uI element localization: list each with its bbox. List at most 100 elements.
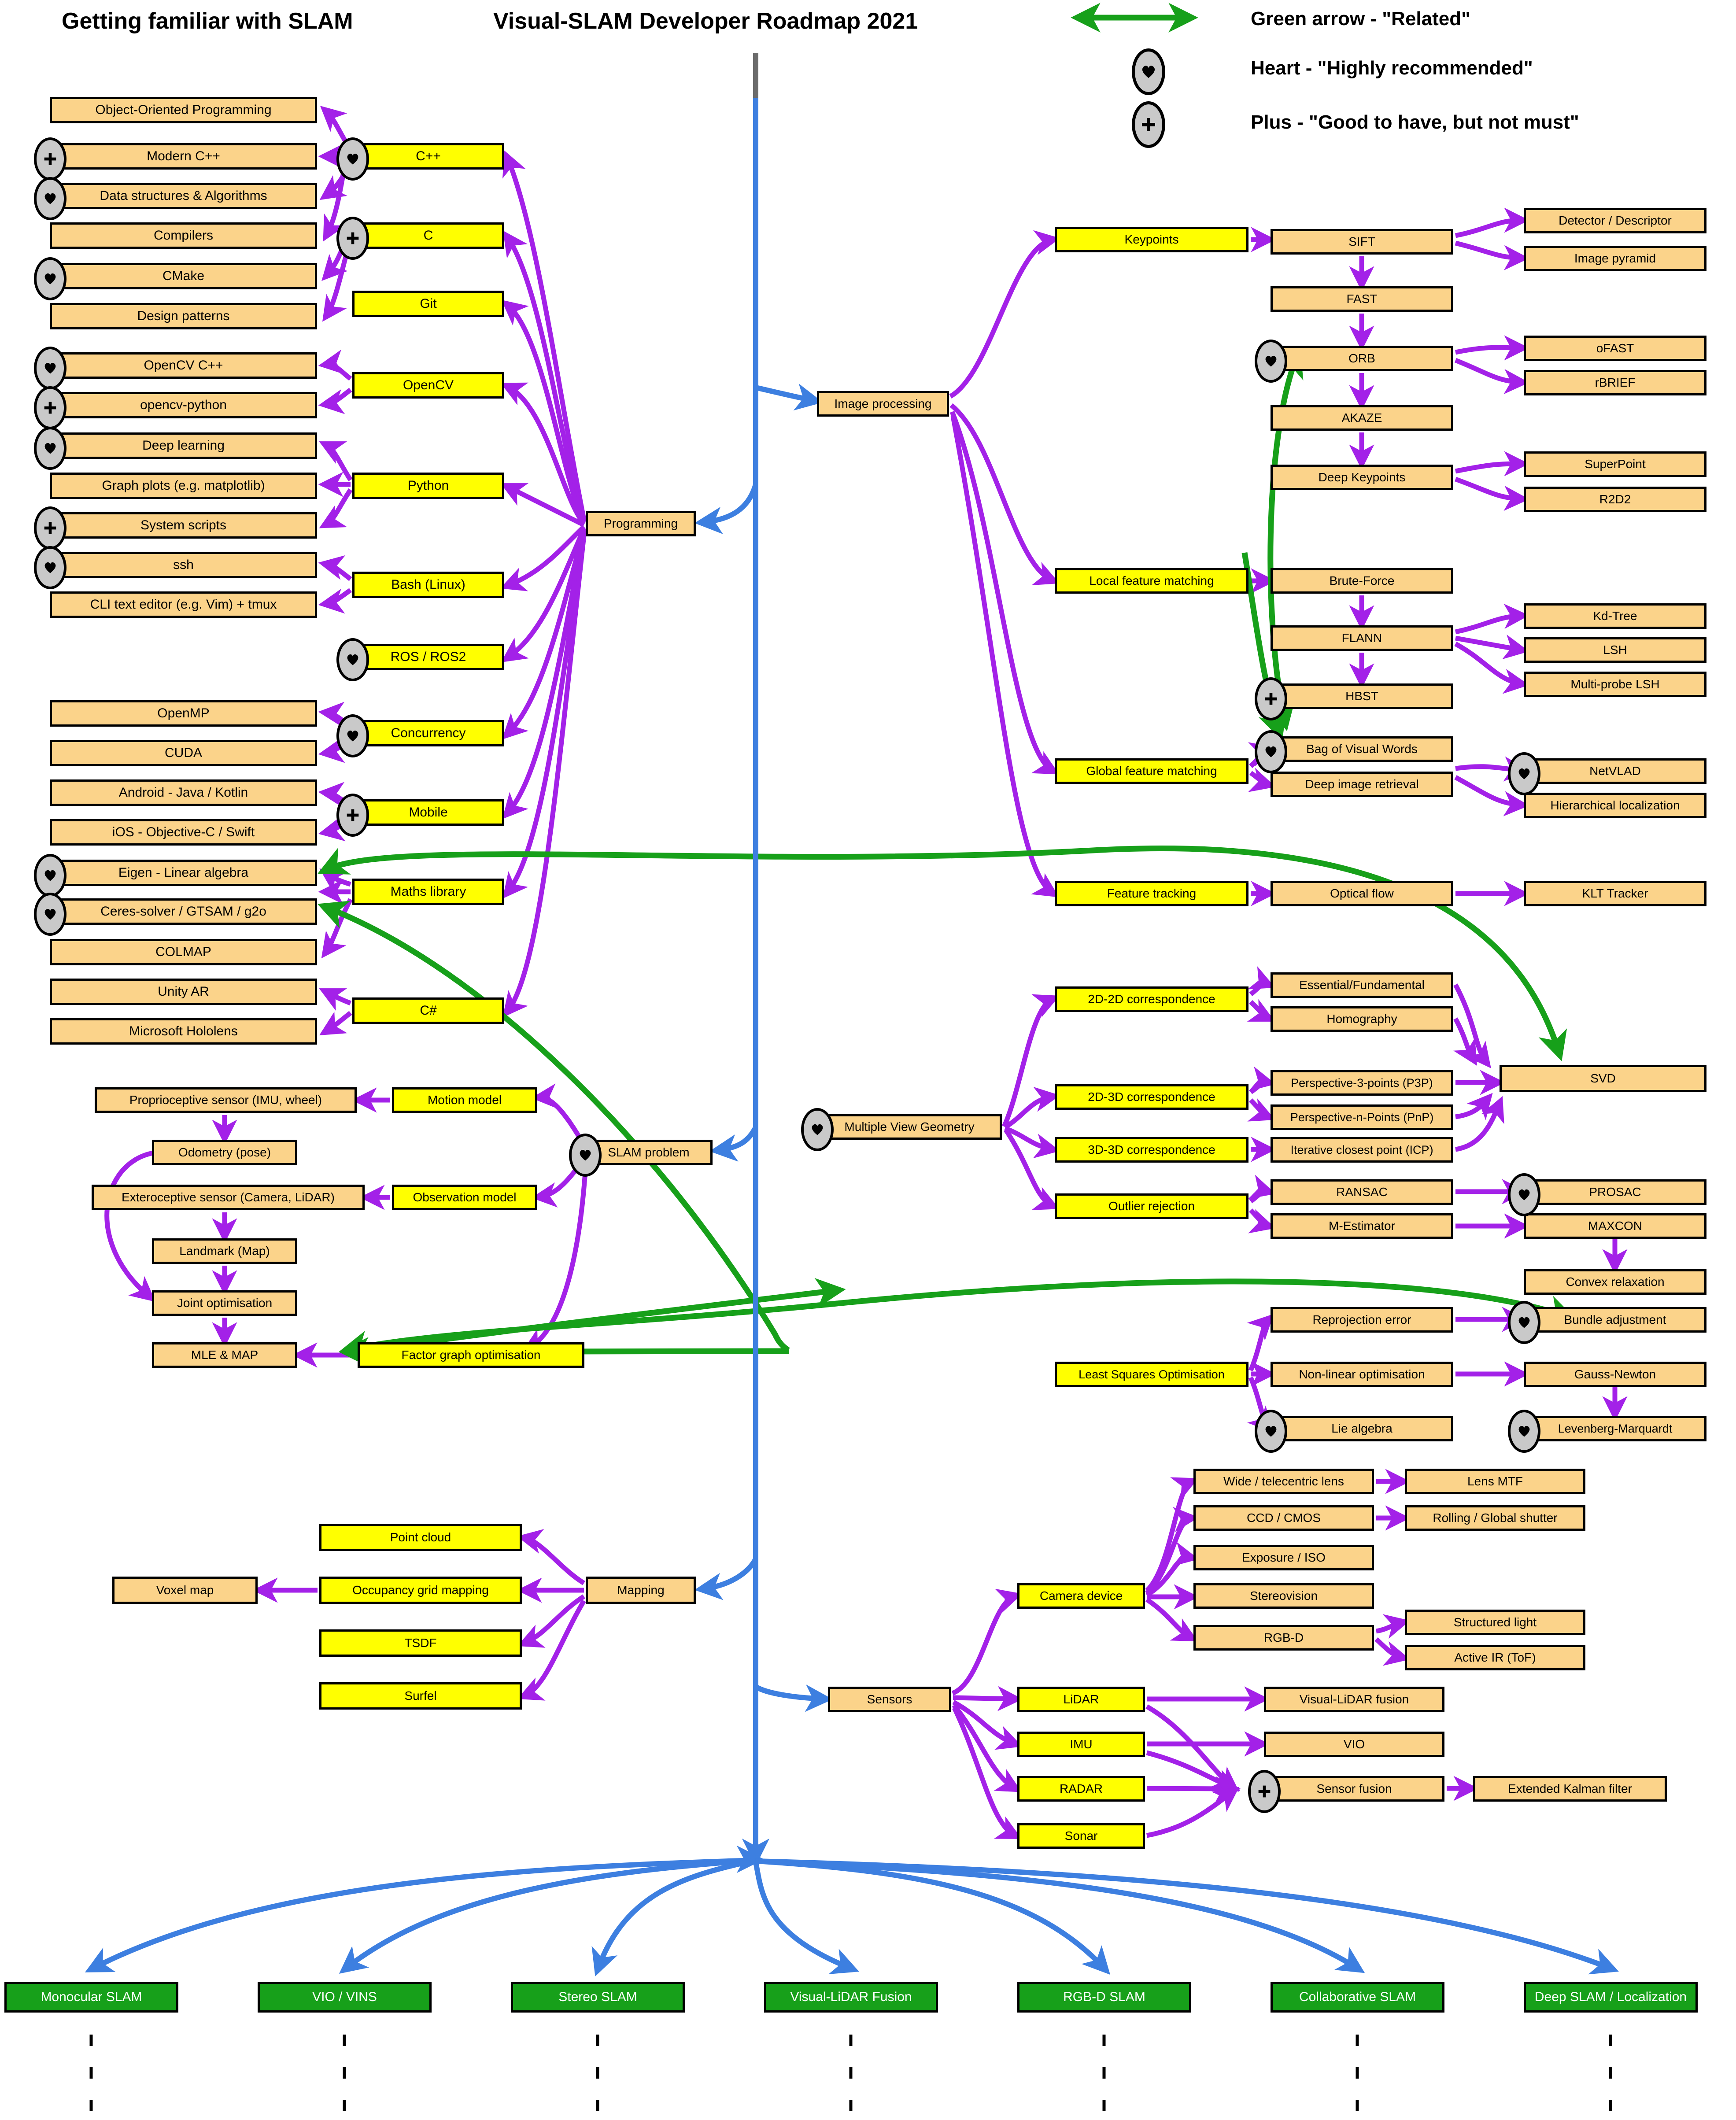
node-ros[interactable]: ROS / ROS2 xyxy=(352,644,504,670)
node-bundle-adjustment[interactable]: Bundle adjustment xyxy=(1524,1307,1706,1333)
node-oop[interactable]: Object-Oriented Programming xyxy=(50,97,317,123)
node-outlier-rejection[interactable]: Outlier rejection xyxy=(1055,1193,1248,1219)
node-cmake[interactable]: CMake xyxy=(50,263,317,289)
node-collaborative-slam[interactable]: Collaborative SLAM xyxy=(1271,1982,1444,2013)
node-brute-force[interactable]: Brute-Force xyxy=(1271,568,1453,594)
node-flann[interactable]: FLANN xyxy=(1271,625,1453,651)
node-convex-relaxation[interactable]: Convex relaxation xyxy=(1524,1269,1706,1295)
node-multiple-view-geometry[interactable]: Multiple View Geometry xyxy=(817,1114,1002,1140)
node-android[interactable]: Android - Java / Kotlin xyxy=(50,779,317,806)
node-deep-learning[interactable]: Deep learning xyxy=(50,432,317,459)
node-stereovision[interactable]: Stereovision xyxy=(1193,1583,1374,1609)
node-git[interactable]: Git xyxy=(352,291,504,317)
node-ios[interactable]: iOS - Objective-C / Swift xyxy=(50,819,317,846)
node-bash[interactable]: Bash (Linux) xyxy=(352,572,504,598)
node-radar[interactable]: RADAR xyxy=(1017,1776,1145,1802)
node-global-feature-matching[interactable]: Global feature matching xyxy=(1055,758,1248,784)
node-voxel-map[interactable]: Voxel map xyxy=(112,1577,258,1604)
node-least-squares[interactable]: Least Squares Optimisation xyxy=(1055,1362,1248,1387)
node-2d3d[interactable]: 2D-3D correspondence xyxy=(1055,1084,1248,1110)
node-vio-vins[interactable]: VIO / VINS xyxy=(258,1982,432,2013)
node-lens-mtf[interactable]: Lens MTF xyxy=(1405,1469,1585,1494)
node-netvlad[interactable]: NetVLAD xyxy=(1524,758,1706,784)
node-opencv[interactable]: OpenCV xyxy=(352,372,504,399)
node-essential-fundamental[interactable]: Essential/Fundamental xyxy=(1271,972,1453,998)
node-cuda[interactable]: CUDA xyxy=(50,740,317,766)
node-ceres[interactable]: Ceres-solver / GTSAM / g2o xyxy=(50,898,317,925)
node-occupancy-grid[interactable]: Occupancy grid mapping xyxy=(319,1577,522,1604)
node-optical-flow[interactable]: Optical flow xyxy=(1271,881,1453,906)
node-python[interactable]: Python xyxy=(352,473,504,499)
node-deep-keypoints[interactable]: Deep Keypoints xyxy=(1271,465,1453,490)
node-sonar[interactable]: Sonar xyxy=(1017,1823,1145,1849)
node-hbst[interactable]: HBST xyxy=(1271,683,1453,709)
node-opencv-cpp[interactable]: OpenCV C++ xyxy=(50,352,317,379)
node-maxcon[interactable]: MAXCON xyxy=(1524,1213,1706,1239)
node-graph-plots[interactable]: Graph plots (e.g. matplotlib) xyxy=(50,473,317,499)
node-orb[interactable]: ORB xyxy=(1271,346,1453,371)
node-opencv-python[interactable]: opencv-python xyxy=(50,392,317,418)
node-mle-map[interactable]: MLE & MAP xyxy=(152,1342,297,1368)
node-keypoints[interactable]: Keypoints xyxy=(1055,227,1248,252)
node-cpp[interactable]: C++ xyxy=(352,143,504,170)
node-csharp[interactable]: C# xyxy=(352,997,504,1024)
node-deep-image-retrieval[interactable]: Deep image retrieval xyxy=(1271,772,1453,797)
node-pnp[interactable]: Perspective-n-Points (PnP) xyxy=(1271,1104,1453,1130)
node-concurrency[interactable]: Concurrency xyxy=(352,720,504,746)
node-kd-tree[interactable]: Kd-Tree xyxy=(1524,603,1706,629)
node-monocular-slam[interactable]: Monocular SLAM xyxy=(4,1982,178,2013)
node-image-pyramid[interactable]: Image pyramid xyxy=(1524,246,1706,271)
node-feature-tracking[interactable]: Feature tracking xyxy=(1055,881,1248,906)
node-mobile[interactable]: Mobile xyxy=(352,799,504,826)
node-deep-slam[interactable]: Deep SLAM / Localization xyxy=(1524,1982,1698,2013)
node-klt-tracker[interactable]: KLT Tracker xyxy=(1524,881,1706,906)
node-system-scripts[interactable]: System scripts xyxy=(50,512,317,539)
node-factor-graph[interactable]: Factor graph optimisation xyxy=(358,1342,584,1368)
node-point-cloud[interactable]: Point cloud xyxy=(319,1524,522,1551)
node-cli-editor[interactable]: CLI text editor (e.g. Vim) + tmux xyxy=(50,591,317,618)
node-svd[interactable]: SVD xyxy=(1500,1065,1706,1092)
node-detector-descriptor[interactable]: Detector / Descriptor xyxy=(1524,208,1706,233)
node-m-estimator[interactable]: M-Estimator xyxy=(1271,1213,1453,1239)
node-joint-optimisation[interactable]: Joint optimisation xyxy=(152,1290,297,1316)
node-mapping[interactable]: Mapping xyxy=(586,1577,696,1604)
node-compilers[interactable]: Compilers xyxy=(50,222,317,249)
node-sensors[interactable]: Sensors xyxy=(828,1687,951,1712)
node-ssh[interactable]: ssh xyxy=(50,552,317,578)
node-exteroceptive[interactable]: Exteroceptive sensor (Camera, LiDAR) xyxy=(92,1185,365,1210)
node-surfel[interactable]: Surfel xyxy=(319,1682,522,1710)
node-modern-cpp[interactable]: Modern C++ xyxy=(50,143,317,170)
node-imu[interactable]: IMU xyxy=(1017,1732,1145,1757)
node-data-structures[interactable]: Data structures & Algorithms xyxy=(50,183,317,209)
node-non-linear-optimisation[interactable]: Non-linear optimisation xyxy=(1271,1362,1453,1387)
node-ofast[interactable]: oFAST xyxy=(1524,336,1706,361)
node-exposure-iso[interactable]: Exposure / ISO xyxy=(1193,1545,1374,1570)
node-image-processing[interactable]: Image processing xyxy=(817,391,949,417)
node-rbrief[interactable]: rBRIEF xyxy=(1524,370,1706,395)
node-prosac[interactable]: PROSAC xyxy=(1524,1179,1706,1205)
node-bag-of-visual-words[interactable]: Bag of Visual Words xyxy=(1271,736,1453,762)
node-superpoint[interactable]: SuperPoint xyxy=(1524,451,1706,477)
node-programming[interactable]: Programming xyxy=(586,511,696,536)
node-fast[interactable]: FAST xyxy=(1271,286,1453,312)
node-observation-model[interactable]: Observation model xyxy=(392,1185,537,1210)
node-wide-lens[interactable]: Wide / telecentric lens xyxy=(1193,1469,1374,1494)
node-slam-problem[interactable]: SLAM problem xyxy=(585,1140,713,1165)
node-rgb-d[interactable]: RGB-D xyxy=(1193,1625,1374,1651)
node-local-feature-matching[interactable]: Local feature matching xyxy=(1055,568,1248,594)
node-ransac[interactable]: RANSAC xyxy=(1271,1179,1453,1205)
node-akaze[interactable]: AKAZE xyxy=(1271,405,1453,431)
node-reprojection-error[interactable]: Reprojection error xyxy=(1271,1307,1453,1333)
node-design-patterns[interactable]: Design patterns xyxy=(50,303,317,329)
node-proprioceptive[interactable]: Proprioceptive sensor (IMU, wheel) xyxy=(95,1087,357,1113)
node-camera-device[interactable]: Camera device xyxy=(1017,1583,1145,1609)
node-unity-ar[interactable]: Unity AR xyxy=(50,979,317,1005)
node-c[interactable]: C xyxy=(352,222,504,249)
node-sift[interactable]: SIFT xyxy=(1271,229,1453,255)
node-2d2d[interactable]: 2D-2D correspondence xyxy=(1055,986,1248,1012)
node-homography[interactable]: Homography xyxy=(1271,1006,1453,1032)
node-3d3d[interactable]: 3D-3D correspondence xyxy=(1055,1137,1248,1163)
node-r2d2[interactable]: R2D2 xyxy=(1524,487,1706,512)
node-p3p[interactable]: Perspective-3-points (P3P) xyxy=(1271,1070,1453,1096)
node-lidar[interactable]: LiDAR xyxy=(1017,1687,1145,1712)
